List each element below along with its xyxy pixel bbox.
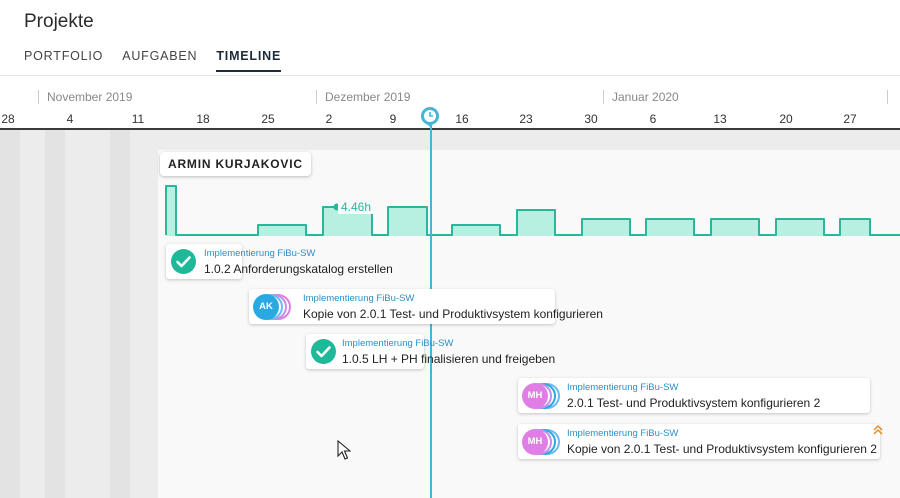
avatar: MH [522,383,548,409]
avatar-stack: MH [522,383,562,409]
task-project: Implementierung FiBu-SW [303,293,415,304]
task-name: 2.0.1 Test- und Produktivsystem konfigur… [567,396,821,410]
day-tick: 4 [66,112,74,126]
time-scale[interactable]: November 2019 Dezember 2019 Januar 2020 … [0,75,900,130]
task-name: 1.0.5 LH + PH finalisieren und freigeben [342,352,556,366]
avatar-stack: AK [253,294,293,320]
day-tick: 16 [455,112,469,126]
task-project: Implementierung FiBu-SW [204,248,316,259]
avatar-stack: MH [522,429,562,455]
day-tick: 2 [325,112,333,126]
clock-icon [420,107,439,127]
chevron-double-up-icon[interactable] [872,424,884,436]
tab-bar: PORTFOLIO AUFGABEN TIMELINE [24,49,282,72]
day-tick: 25 [261,112,275,126]
tab-timeline[interactable]: TIMELINE [216,49,282,72]
avatar: MH [522,429,548,455]
task-project: Implementierung FiBu-SW [342,338,454,349]
tab-portfolio[interactable]: PORTFOLIO [24,49,103,72]
month-divider [887,90,900,104]
today-marker[interactable] [419,106,441,128]
workload-peak-label: 4.46h [338,200,375,214]
day-tick: 13 [713,112,727,126]
day-tick: 27 [843,112,857,126]
day-tick: 30 [584,112,598,126]
task-card[interactable]: Implementierung FiBu-SW 1.0.5 LH + PH fi… [306,334,555,369]
month-label: Dezember 2019 [316,90,410,104]
day-tick: 18 [196,112,210,126]
task-card[interactable]: AK Implementierung FiBu-SW Kopie von 2.0… [249,289,603,324]
day-tick: 9 [389,112,397,126]
day-tick: 11 [131,112,145,126]
resource-name[interactable]: ARMIN KURJAKOVIC [160,152,311,176]
task-project: Implementierung FiBu-SW [567,428,679,439]
avatar: AK [253,294,279,320]
workload-chart [165,185,900,236]
task-card[interactable]: MH Implementierung FiBu-SW 2.0.1 Test- u… [518,378,870,413]
task-name: Kopie von 2.0.1 Test- und Produktivsyste… [567,442,877,456]
page-title: Projekte [24,11,94,32]
page-header: Projekte PORTFOLIO AUFGABEN TIMELINE [0,0,900,75]
check-icon [311,339,336,364]
check-icon [171,249,196,274]
month-label: Januar 2020 [603,90,679,104]
task-card[interactable]: Implementierung FiBu-SW 1.0.2 Anforderun… [166,244,393,279]
day-tick: 28 [1,112,15,126]
mouse-cursor-icon [337,440,351,460]
day-tick: 23 [519,112,533,126]
task-name: Kopie von 2.0.1 Test- und Produktivsyste… [303,307,603,321]
day-tick: 6 [649,112,657,126]
month-label: November 2019 [38,90,132,104]
day-tick: 20 [779,112,793,126]
task-project: Implementierung FiBu-SW [567,382,679,393]
task-card[interactable]: MH Implementierung FiBu-SW Kopie von 2.0… [518,424,880,459]
tab-aufgaben[interactable]: AUFGABEN [122,49,197,72]
task-name: 1.0.2 Anforderungskatalog erstellen [204,262,393,276]
